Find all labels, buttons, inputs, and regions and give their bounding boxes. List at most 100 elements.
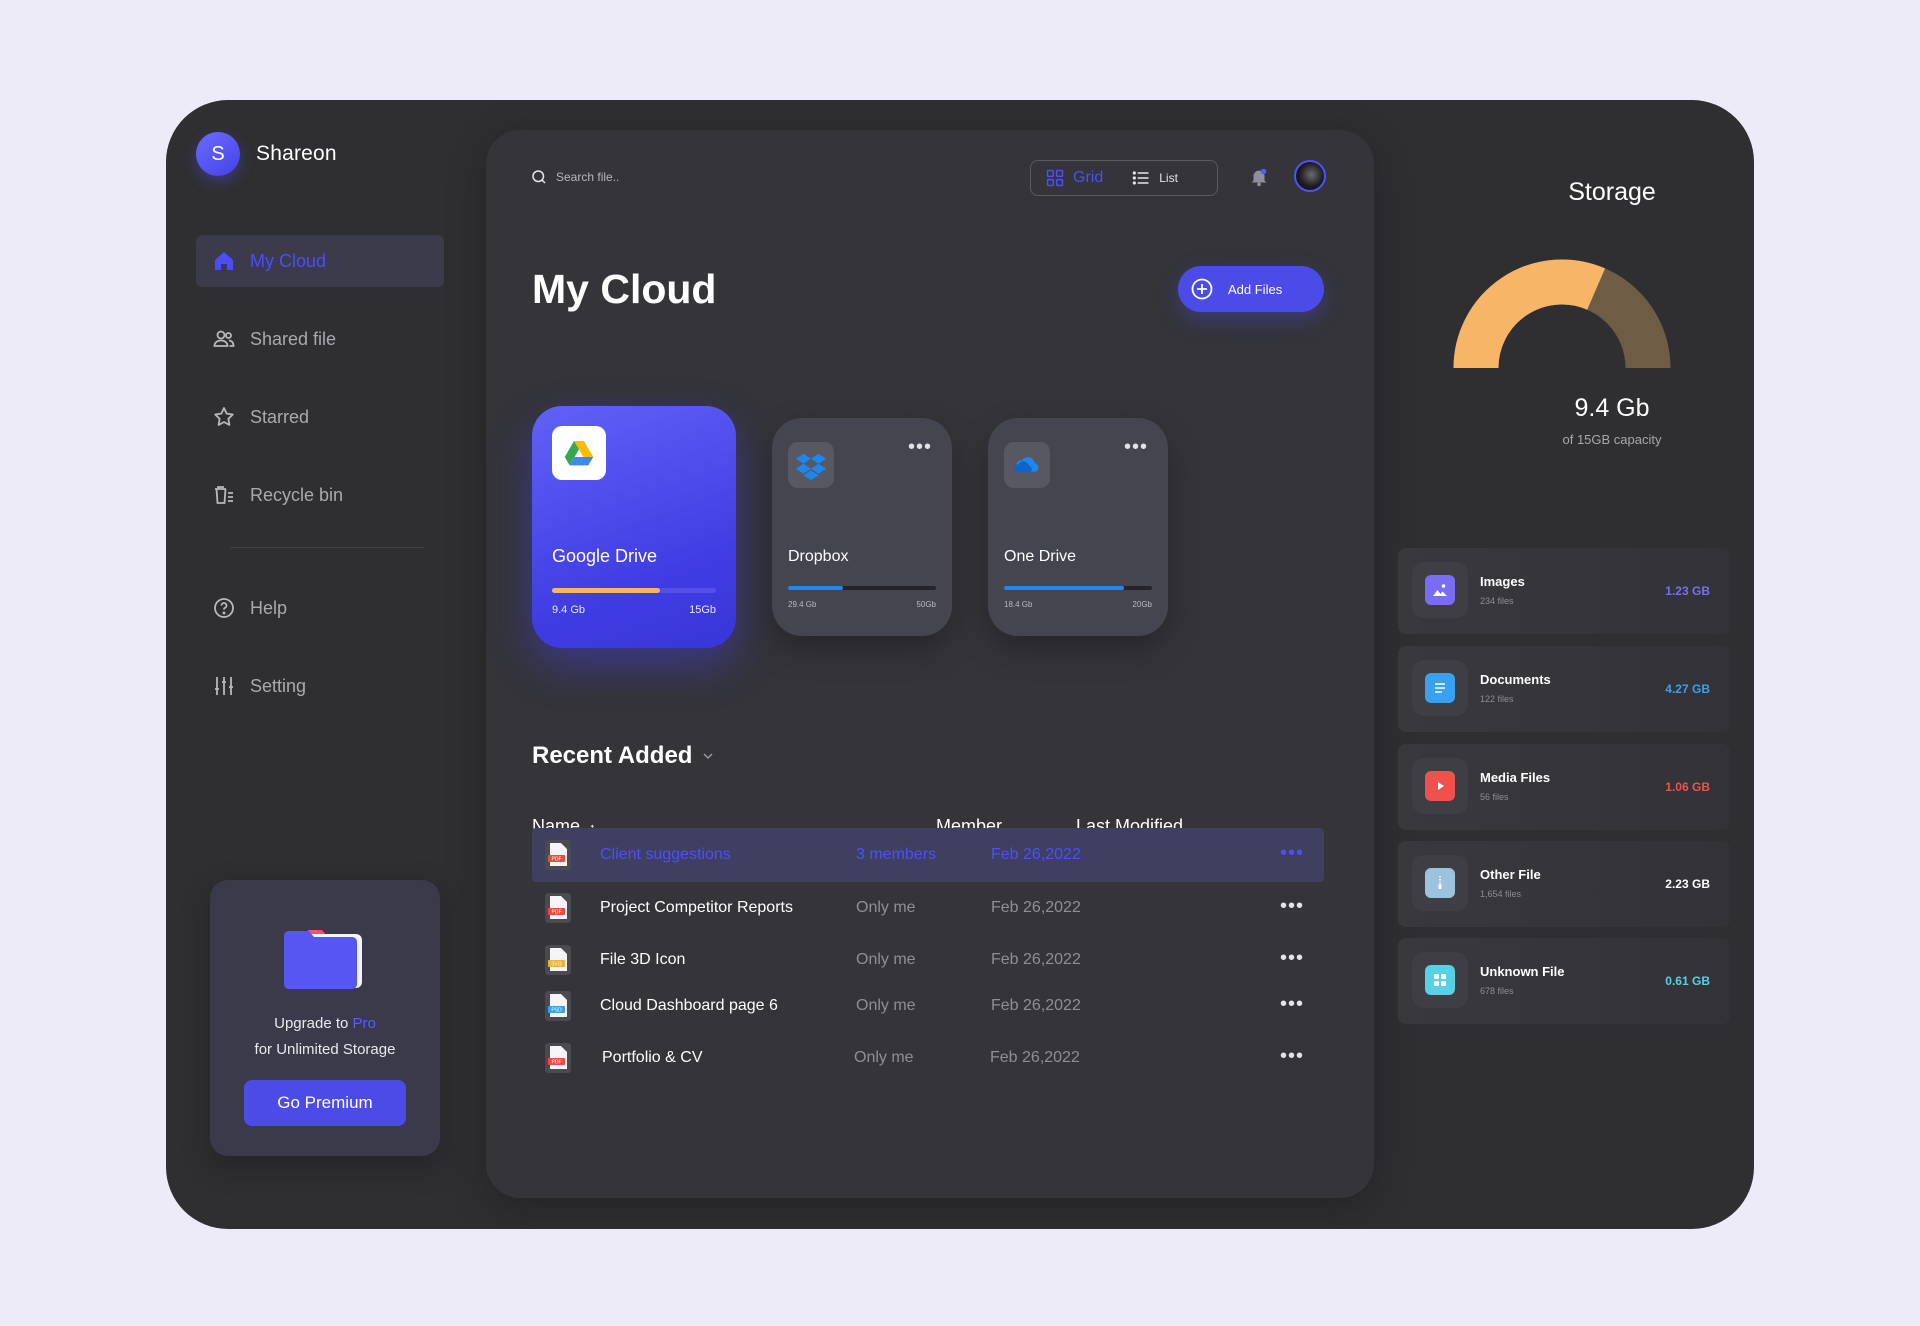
sidebar-item-label: Shared file bbox=[250, 328, 337, 349]
file-name: File 3D Icon bbox=[600, 951, 686, 968]
plus-circle-icon bbox=[1191, 278, 1213, 300]
search-bar[interactable]: Search file.. bbox=[530, 168, 619, 186]
upgrade-line-1: Upgrade to bbox=[274, 1015, 353, 1032]
card-icon-wrap bbox=[788, 442, 834, 488]
play-icon bbox=[1438, 782, 1444, 790]
card-used: 18.4 Gb bbox=[1004, 600, 1033, 609]
storage-category-other-file[interactable]: Other File 1,654 files 2.23 GB bbox=[1398, 841, 1730, 927]
table-row[interactable]: PDF Client suggestions 3 members Feb 26,… bbox=[532, 828, 1324, 882]
usage-bar-fill bbox=[552, 588, 661, 593]
file-name: Project Competitor Reports bbox=[600, 899, 793, 916]
file-member: Only me bbox=[856, 951, 916, 968]
category-icon-wrap bbox=[1412, 660, 1468, 716]
sidebar-item-my-cloud[interactable]: My Cloud bbox=[196, 235, 444, 287]
storage-gauge bbox=[1453, 259, 1671, 369]
google-drive-icon bbox=[564, 441, 594, 466]
zip-icon bbox=[1438, 876, 1442, 889]
row-menu-button[interactable]: ••• bbox=[1280, 1045, 1304, 1068]
storage-capacity: of 15GB capacity bbox=[1562, 432, 1662, 447]
document-icon bbox=[1435, 683, 1445, 693]
storage-category-unknown-file[interactable]: Unknown File 678 files 0.61 GB bbox=[1398, 938, 1730, 1024]
trash-icon bbox=[215, 486, 233, 504]
category-file-count: 234 files bbox=[1480, 596, 1514, 606]
card-name: Dropbox bbox=[788, 548, 849, 565]
card-menu-button[interactable]: ••• bbox=[908, 436, 932, 459]
add-files-button[interactable]: Add Files bbox=[1178, 266, 1324, 312]
card-total: 50Gb bbox=[916, 600, 936, 609]
file-name: Cloud Dashboard page 6 bbox=[600, 997, 778, 1014]
table-row[interactable]: PDF Portfolio & CV Only me Feb 26,2022 •… bbox=[532, 1031, 1324, 1085]
sidebar-item-starred[interactable]: Starred bbox=[196, 391, 444, 443]
storage-amount: 9.4 Gb bbox=[1574, 394, 1650, 422]
category-file-count: 122 files bbox=[1480, 694, 1514, 704]
category-icon bbox=[1425, 771, 1455, 801]
upgrade-text: Upgrade to Pro for Unlimited Storage bbox=[210, 1011, 440, 1063]
category-icon-wrap bbox=[1412, 952, 1468, 1008]
list-view-icon bbox=[1132, 171, 1149, 185]
view-list-label: List bbox=[1159, 171, 1178, 185]
search-input[interactable]: Search file.. bbox=[556, 170, 619, 184]
storage-category-images[interactable]: Images 234 files 1.23 GB bbox=[1398, 548, 1730, 634]
cloud-card-dropbox[interactable]: ••• Dropbox 29.4 Gb 50Gb bbox=[772, 418, 952, 636]
category-icon-wrap bbox=[1412, 758, 1468, 814]
card-icon-wrap bbox=[552, 426, 606, 480]
brand-name: Shareon bbox=[256, 142, 337, 165]
main-panel: Search file.. Grid List My Cloud Add Fil… bbox=[486, 130, 1374, 1198]
chevron-down-icon bbox=[703, 753, 713, 760]
folder-icon bbox=[284, 930, 362, 989]
image-icon bbox=[1433, 584, 1447, 596]
file-type-label: PDF bbox=[552, 857, 562, 863]
brand[interactable]: S Shareon bbox=[196, 132, 337, 176]
avatar[interactable] bbox=[1294, 160, 1326, 192]
help-icon bbox=[214, 598, 234, 618]
file-pdf-icon: PDF bbox=[545, 840, 571, 870]
category-file-count: 56 files bbox=[1480, 792, 1509, 802]
category-icon bbox=[1425, 673, 1455, 703]
file-pdf-icon: PDF bbox=[545, 893, 571, 923]
card-menu-button[interactable]: ••• bbox=[1124, 436, 1148, 459]
cloud-card-one-drive[interactable]: ••• One Drive 18.4 Gb 20Gb bbox=[988, 418, 1168, 636]
users-icon bbox=[213, 330, 235, 347]
storage-category-documents[interactable]: Documents 122 files 4.27 GB bbox=[1398, 646, 1730, 732]
go-premium-button[interactable]: Go Premium bbox=[244, 1080, 406, 1126]
file-member: 3 members bbox=[856, 846, 937, 863]
cloud-card-google-drive[interactable]: Google Drive 9.4 Gb 15Gb bbox=[532, 406, 736, 648]
add-files-label: Add Files bbox=[1228, 281, 1283, 297]
app-window: S Shareon My Cloud Shared file Starred R… bbox=[166, 100, 1754, 1229]
sidebar-item-shared-file[interactable]: Shared file bbox=[196, 313, 444, 365]
upgrade-line-2: for Unlimited Storage bbox=[254, 1041, 396, 1058]
row-menu-button[interactable]: ••• bbox=[1280, 842, 1304, 865]
category-name: Documents bbox=[1480, 672, 1551, 687]
file-psd-icon: PSD bbox=[545, 991, 571, 1021]
page-title: My Cloud bbox=[532, 266, 717, 312]
usage-bar-fill bbox=[788, 586, 843, 590]
row-menu-button[interactable]: ••• bbox=[1280, 993, 1304, 1016]
file-type-label: PDF bbox=[552, 910, 562, 916]
view-list-button[interactable]: List bbox=[1117, 161, 1192, 195]
storage-title: Storage bbox=[1568, 178, 1656, 206]
grid-icon bbox=[1434, 974, 1446, 986]
sidebar-item-help[interactable]: Help bbox=[196, 582, 444, 634]
card-used: 9.4 Gb bbox=[552, 604, 586, 616]
storage-category-media-files[interactable]: Media Files 56 files 1.06 GB bbox=[1398, 744, 1730, 830]
card-icon-wrap bbox=[1004, 442, 1050, 488]
row-menu-button[interactable]: ••• bbox=[1280, 895, 1304, 918]
view-grid-button[interactable]: Grid bbox=[1031, 161, 1117, 195]
sidebar-item-setting[interactable]: Setting bbox=[196, 660, 444, 712]
category-icon bbox=[1425, 575, 1455, 605]
file-type-label: PDF bbox=[552, 1060, 562, 1066]
nav-divider bbox=[230, 547, 424, 548]
category-file-count: 1,654 files bbox=[1480, 889, 1522, 899]
category-icon bbox=[1425, 868, 1455, 898]
file-member: Only me bbox=[856, 899, 916, 916]
category-file-count: 678 files bbox=[1480, 986, 1514, 996]
recent-added-dropdown[interactable]: Recent Added bbox=[532, 742, 714, 770]
table-row[interactable]: PDF Project Competitor Reports Only me F… bbox=[532, 881, 1324, 935]
bell-icon[interactable] bbox=[1248, 166, 1270, 188]
row-menu-button[interactable]: ••• bbox=[1280, 947, 1304, 970]
category-size: 4.27 GB bbox=[1665, 682, 1710, 696]
home-icon bbox=[215, 252, 233, 270]
table-row[interactable]: PSD Cloud Dashboard page 6 Only me Feb 2… bbox=[532, 979, 1324, 1033]
sidebar-item-recycle-bin[interactable]: Recycle bin bbox=[196, 469, 444, 521]
star-icon bbox=[214, 407, 234, 426]
